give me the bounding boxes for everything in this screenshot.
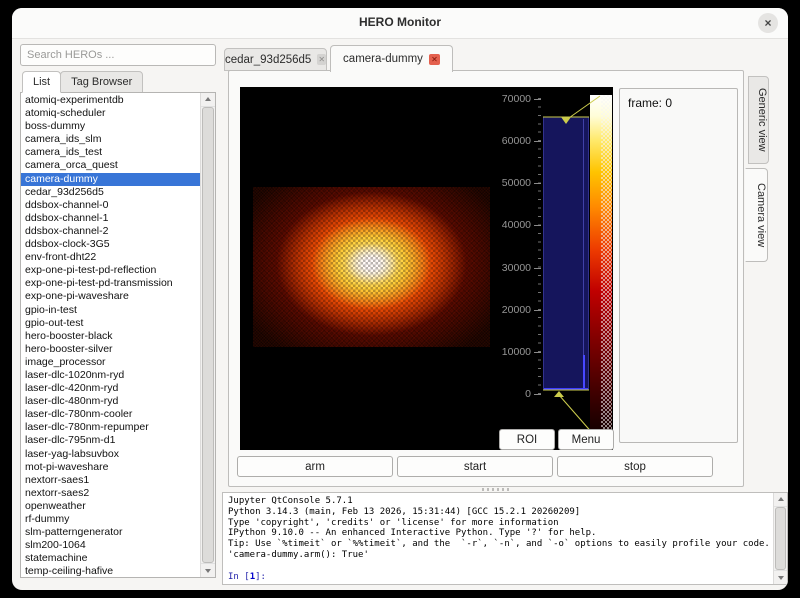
list-item-laser-dlc-780nm-cooler[interactable]: laser-dlc-780nm-cooler: [21, 408, 201, 421]
list-item-camera-ids-test[interactable]: camera_ids_test: [21, 146, 201, 159]
list-item-openweather[interactable]: openweather: [21, 500, 201, 513]
camera-plot[interactable]: 70000 60000 50000 40000 30000 20000 10000 0 ROI…: [240, 87, 613, 450]
list-item-laser-dlc-420nm-ryd[interactable]: laser-dlc-420nm-ryd: [21, 382, 201, 395]
tab-close-icon[interactable]: ✕: [317, 54, 326, 65]
list-item-atomiq-experimentdb[interactable]: atomiq-experimentdb: [21, 94, 201, 107]
list-item-atomiq-scheduler[interactable]: atomiq-scheduler: [21, 107, 201, 120]
list-item-laser-dlc-480nm-ryd[interactable]: laser-dlc-480nm-ryd: [21, 395, 201, 408]
console-scrollbar[interactable]: [773, 493, 787, 584]
axis-tick-label: 20000: [471, 304, 531, 316]
arm-button[interactable]: arm: [237, 456, 393, 477]
list-item-gpio-in-test[interactable]: gpio-in-test: [21, 304, 201, 317]
search-input[interactable]: [20, 44, 216, 66]
app-window: HERO Monitor × ListTag Browser atomiq-ex…: [12, 8, 788, 590]
console-output: Jupyter QtConsole 5.7.1Python 3.14.3 (ma…: [228, 496, 771, 582]
console-line: Python 3.14.3 (main, Feb 13 2026, 15:31:…: [228, 507, 771, 518]
scrollbar-thumb[interactable]: [202, 107, 214, 563]
axis-tick-label: 30000: [471, 262, 531, 274]
axis-tick-label: 60000: [471, 135, 531, 147]
list-item-hero-booster-black[interactable]: hero-booster-black: [21, 330, 201, 343]
list-item-ddsbox-clock-3g5[interactable]: ddsbox-clock-3G5: [21, 238, 201, 251]
tab-close-icon[interactable]: ✕: [429, 54, 440, 65]
list-item-mot-pi-waveshare[interactable]: mot-pi-waveshare: [21, 461, 201, 474]
splitter-handle[interactable]: [482, 488, 510, 491]
histogram-peak: [583, 355, 585, 389]
list-item-slm200-1064[interactable]: slm200-1064: [21, 539, 201, 552]
axis-tick-label: 0: [471, 388, 531, 400]
list-item-exp-one-pi-waveshare[interactable]: exp-one-pi-waveshare: [21, 290, 201, 303]
hero-list: atomiq-experimentdbatomiq-schedulerboss-…: [20, 92, 216, 578]
sidebar-tabs: ListTag Browser: [22, 71, 142, 93]
list-item-laser-yag-labsuvbox[interactable]: laser-yag-labsuvbox: [21, 448, 201, 461]
console-line: Type 'copyright', 'credits' or 'license'…: [228, 518, 771, 529]
list-item-nextorr-saes2[interactable]: nextorr-saes2: [21, 487, 201, 500]
axis-minor-ticks: [538, 98, 541, 398]
histogram-baseline: [544, 388, 588, 390]
document-tab-cedar-93d256d5[interactable]: cedar_93d256d5 ✕: [224, 48, 327, 71]
histogram-curve: [583, 119, 584, 388]
prompt-suffix: ]:: [255, 572, 266, 582]
camera-image[interactable]: [253, 187, 490, 347]
list-item-boss-dummy[interactable]: boss-dummy: [21, 120, 201, 133]
list-item-ddsbox-channel-0[interactable]: ddsbox-channel-0: [21, 199, 201, 212]
tab-list[interactable]: List: [22, 71, 61, 93]
stop-button[interactable]: stop: [557, 456, 713, 477]
list-item-hero-booster-silver[interactable]: hero-booster-silver: [21, 343, 201, 356]
hero-list-items: atomiq-experimentdbatomiq-schedulerboss-…: [21, 94, 201, 578]
list-item-camera-dummy[interactable]: camera-dummy: [21, 173, 201, 186]
console-line: Jupyter QtConsole 5.7.1: [228, 496, 771, 507]
list-item-slm-patterngenerator[interactable]: slm-patterngenerator: [21, 526, 201, 539]
list-item-nextorr-saes1[interactable]: nextorr-saes1: [21, 474, 201, 487]
roi-button[interactable]: ROI: [499, 429, 555, 450]
scroll-up-icon[interactable]: [201, 93, 215, 107]
scrollbar-thumb[interactable]: [775, 507, 786, 570]
title-bar: HERO Monitor ×: [12, 8, 788, 39]
axis-tick-label: 40000: [471, 219, 531, 231]
axis-tick-label: 10000: [471, 346, 531, 358]
tab-tag-browser[interactable]: Tag Browser: [60, 71, 143, 93]
list-item-camera-orca-quest[interactable]: camera_orca_quest: [21, 159, 201, 172]
scroll-up-icon[interactable]: [774, 493, 788, 507]
axis-tick-label: 50000: [471, 177, 531, 189]
frame-counter: frame: 0: [620, 89, 737, 117]
list-scrollbar[interactable]: [200, 93, 215, 577]
window-close-button[interactable]: ×: [758, 13, 778, 33]
scroll-down-icon[interactable]: [201, 563, 215, 577]
list-item-rf-dummy[interactable]: rf-dummy: [21, 513, 201, 526]
window-title: HERO Monitor: [12, 15, 788, 29]
frame-info-panel: frame: 0: [619, 88, 738, 443]
console-line: Tip: Use `%timeit` or `%%timeit`, and th…: [228, 539, 771, 550]
list-item-camera-ids-slm[interactable]: camera_ids_slm: [21, 133, 201, 146]
list-item-laser-dlc-780nm-repumper[interactable]: laser-dlc-780nm-repumper: [21, 421, 201, 434]
console-prompt[interactable]: In [1]:: [228, 572, 771, 583]
tab-label: cedar_93d256d5: [225, 54, 311, 66]
list-item-exp-one-pi-test-pd-reflection[interactable]: exp-one-pi-test-pd-reflection: [21, 264, 201, 277]
view-tab-generic-view[interactable]: Generic view: [748, 76, 769, 164]
list-item-temp-ceiling-hafive[interactable]: temp-ceiling-hafive: [21, 565, 201, 578]
list-item-cedar-93d256d5[interactable]: cedar_93d256d5: [21, 186, 201, 199]
list-item-gpio-out-test[interactable]: gpio-out-test: [21, 317, 201, 330]
jupyter-console[interactable]: Jupyter QtConsole 5.7.1Python 3.14.3 (ma…: [222, 492, 788, 585]
start-button[interactable]: start: [397, 456, 553, 477]
colorbar-gradient[interactable]: [590, 95, 612, 445]
list-item-env-front-dht22[interactable]: env-front-dht22: [21, 251, 201, 264]
view-tab-camera-view[interactable]: Camera view: [745, 168, 768, 262]
console-line: 'camera-dummy.arm(): True': [228, 550, 771, 561]
list-item-laser-dlc-1020nm-ryd[interactable]: laser-dlc-1020nm-ryd: [21, 369, 201, 382]
menu-button[interactable]: Menu: [558, 429, 614, 450]
list-item-ddsbox-channel-1[interactable]: ddsbox-channel-1: [21, 212, 201, 225]
scroll-down-icon[interactable]: [774, 570, 788, 584]
list-item-ddsbox-channel-2[interactable]: ddsbox-channel-2: [21, 225, 201, 238]
tab-label: camera-dummy: [343, 53, 423, 65]
axis-tick-label: 70000: [471, 93, 531, 105]
prompt-prefix: In [: [228, 572, 250, 582]
list-item-image-processor[interactable]: image_processor: [21, 356, 201, 369]
list-item-statemachine[interactable]: statemachine: [21, 552, 201, 565]
list-item-exp-one-pi-test-pd-transmission[interactable]: exp-one-pi-test-pd-transmission: [21, 277, 201, 290]
console-line: IPython 9.10.0 -- An enhanced Interactiv…: [228, 528, 771, 539]
list-item-laser-dlc-795nm-d1[interactable]: laser-dlc-795nm-d1: [21, 434, 201, 447]
histogram-region[interactable]: [543, 117, 589, 390]
document-tab-camera-dummy[interactable]: camera-dummy ✕: [330, 45, 453, 72]
